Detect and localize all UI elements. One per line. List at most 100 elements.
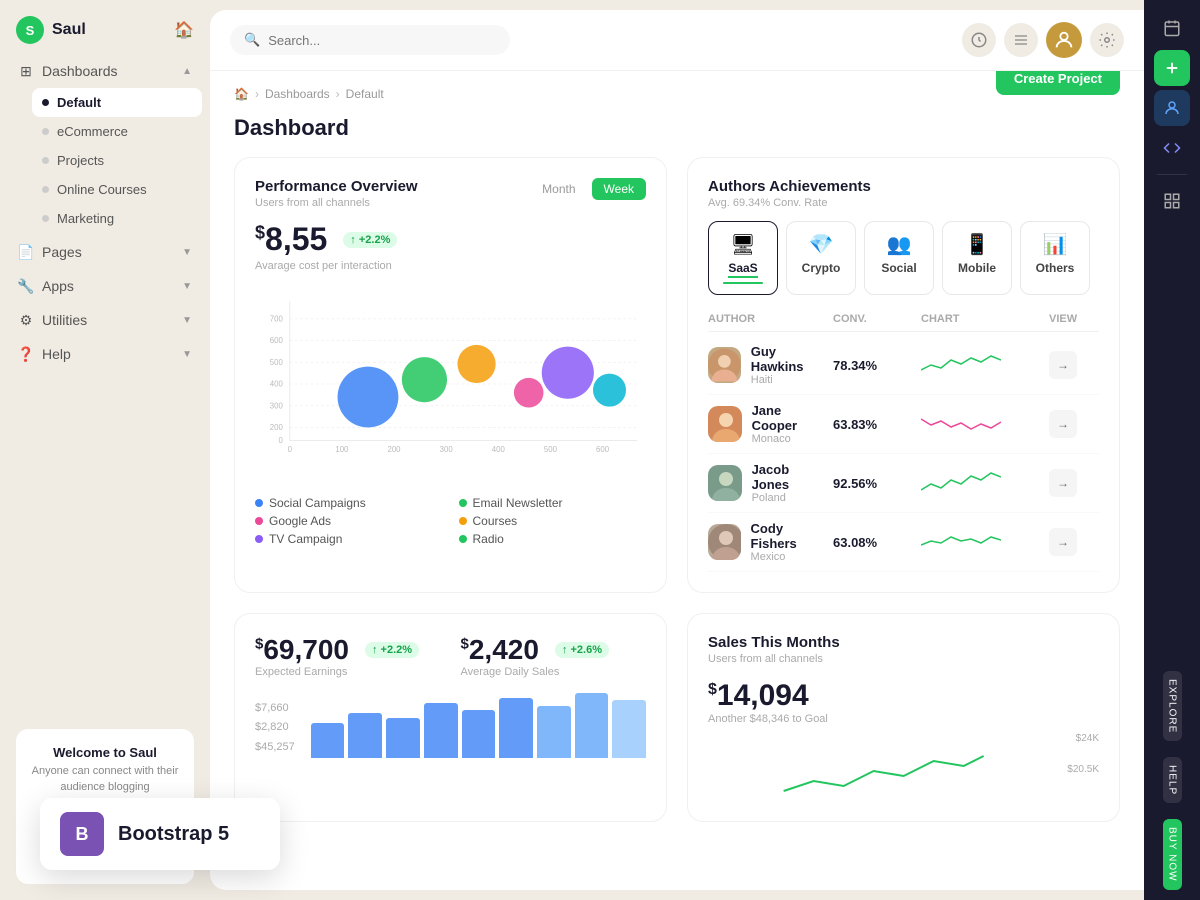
author-country-2: Monaco bbox=[752, 433, 825, 445]
svg-text:0: 0 bbox=[288, 445, 293, 454]
tab-week[interactable]: Week bbox=[592, 178, 646, 200]
rp-user-icon[interactable] bbox=[1154, 90, 1190, 126]
rp-explore-label[interactable]: Explore bbox=[1163, 671, 1182, 741]
bootstrap-text: Bootstrap 5 bbox=[118, 823, 229, 846]
authors-title: Authors Achievements bbox=[708, 178, 871, 195]
dashboard-grid: Performance Overview Users from all chan… bbox=[234, 157, 1120, 593]
legend-dot bbox=[459, 499, 467, 507]
author-avatar-2 bbox=[708, 406, 742, 442]
sparkline-1 bbox=[921, 350, 1041, 380]
legend-label: Google Ads bbox=[269, 514, 331, 528]
sidebar-item-help[interactable]: ❓ Help ▼ bbox=[8, 337, 202, 371]
svg-text:400: 400 bbox=[492, 445, 506, 454]
bar-label-3: $45,257 bbox=[255, 738, 295, 758]
author-row-1: Guy Hawkins Haiti 78.34% → bbox=[708, 336, 1099, 395]
breadcrumb-home-icon: 🏠 bbox=[234, 87, 249, 101]
svg-text:700: 700 bbox=[270, 314, 284, 323]
right-panel-separator bbox=[1157, 174, 1187, 175]
earnings-label: Expected Earnings bbox=[255, 666, 441, 678]
author-avatar-4 bbox=[708, 524, 741, 560]
sidebar-item-label: Apps bbox=[42, 278, 74, 294]
menu-icon[interactable] bbox=[1004, 23, 1038, 57]
col-conv: CONV. bbox=[833, 313, 913, 325]
utilities-icon: ⚙ bbox=[18, 312, 34, 328]
author-avatar-3 bbox=[708, 465, 742, 501]
daily-stat: $2,420 ↑ +2.6% Average Daily Sales bbox=[461, 634, 647, 678]
sidebar-item-ecommerce[interactable]: eCommerce bbox=[32, 117, 202, 146]
sidebar-item-label: Projects bbox=[57, 153, 104, 168]
daily-badge: ↑ +2.6% bbox=[555, 642, 609, 658]
search-icon: 🔍 bbox=[244, 32, 260, 48]
tab-others[interactable]: 📊 Others bbox=[1020, 221, 1090, 295]
legend-tv: TV Campaign bbox=[255, 532, 443, 546]
tab-saas[interactable]: 🖥 SaaS bbox=[708, 221, 778, 295]
main-content: 🔍 🏠 › Dashboards › Def bbox=[210, 10, 1144, 890]
social-icon: 👥 bbox=[887, 232, 912, 257]
rp-add-icon[interactable] bbox=[1154, 50, 1190, 86]
notification-icon[interactable] bbox=[962, 23, 996, 57]
view-button-3[interactable]: → bbox=[1049, 469, 1077, 497]
authors-card-header: Authors Achievements Avg. 69.34% Conv. R… bbox=[708, 178, 1099, 209]
view-button-4[interactable]: → bbox=[1049, 528, 1077, 556]
sidebar-item-online-courses[interactable]: Online Courses bbox=[32, 175, 202, 204]
rp-calendar-icon[interactable] bbox=[1154, 10, 1190, 46]
tab-saas-label: SaaS bbox=[728, 261, 757, 278]
sales-amount: $14,094 bbox=[708, 679, 809, 713]
earnings-stat: $69,700 ↑ +2.2% Expected Earnings bbox=[255, 634, 441, 678]
sidebar-item-marketing[interactable]: Marketing bbox=[32, 204, 202, 233]
search-input[interactable] bbox=[268, 33, 496, 48]
tab-crypto[interactable]: 💎 Crypto bbox=[786, 221, 856, 295]
sidebar-item-label: Pages bbox=[42, 244, 82, 260]
settings-icon[interactable] bbox=[1090, 23, 1124, 57]
legend-dot bbox=[459, 517, 467, 525]
sidebar-item-dashboards[interactable]: ⊞ Dashboards ▲ bbox=[8, 54, 202, 88]
performance-card-header: Performance Overview Users from all chan… bbox=[255, 178, 646, 209]
view-button-2[interactable]: → bbox=[1049, 410, 1077, 438]
legend-dot bbox=[459, 535, 467, 543]
author-name-4: Cody Fishers bbox=[751, 521, 825, 551]
rp-help-label[interactable]: Help bbox=[1163, 757, 1182, 803]
svg-text:0: 0 bbox=[278, 436, 283, 445]
legend-email: Email Newsletter bbox=[459, 496, 647, 510]
sidebar-item-pages[interactable]: 📄 Pages ▼ bbox=[8, 235, 202, 269]
daily-label: Average Daily Sales bbox=[461, 666, 647, 678]
active-line bbox=[723, 282, 763, 284]
chevron-down-icon: ▼ bbox=[182, 247, 192, 258]
tab-social[interactable]: 👥 Social bbox=[864, 221, 934, 295]
sales-card: Sales This Months Users from all channel… bbox=[687, 613, 1120, 822]
mini-bar bbox=[499, 698, 533, 758]
search-box[interactable]: 🔍 bbox=[230, 25, 510, 55]
sidebar-item-apps[interactable]: 🔧 Apps ▼ bbox=[8, 269, 202, 303]
author-row-2: Jane Cooper Monaco 63.83% → bbox=[708, 395, 1099, 454]
sidebar-nav: ⊞ Dashboards ▲ Default eCommerce bbox=[0, 54, 210, 713]
mini-bar bbox=[386, 718, 420, 758]
view-button-1[interactable]: → bbox=[1049, 351, 1077, 379]
breadcrumb-dashboards[interactable]: Dashboards bbox=[265, 87, 330, 101]
sidebar-item-projects[interactable]: Projects bbox=[32, 146, 202, 175]
rp-code-icon[interactable] bbox=[1154, 130, 1190, 166]
breadcrumb-default: Default bbox=[346, 87, 384, 101]
sparkline-4 bbox=[921, 527, 1041, 557]
rp-grid-icon[interactable] bbox=[1154, 183, 1190, 219]
authors-tabs: 🖥 SaaS 💎 Crypto 👥 Social bbox=[708, 221, 1099, 295]
chevron-down-icon: ▼ bbox=[182, 281, 192, 292]
page-title: Dashboard bbox=[234, 115, 1120, 141]
sidebar-item-default[interactable]: Default bbox=[32, 88, 202, 117]
authors-subtitle: Avg. 69.34% Conv. Rate bbox=[708, 197, 871, 209]
sparkline-3 bbox=[921, 468, 1041, 498]
author-avatar-1 bbox=[708, 347, 741, 383]
sidebar-item-utilities[interactable]: ⚙ Utilities ▼ bbox=[8, 303, 202, 337]
create-project-button[interactable]: Create Project bbox=[996, 71, 1120, 95]
col-view: VIEW bbox=[1049, 313, 1099, 325]
user-avatar[interactable] bbox=[1046, 22, 1082, 58]
sidebar-back-arrow[interactable]: 🏠 bbox=[174, 20, 194, 40]
tab-month[interactable]: Month bbox=[530, 178, 587, 200]
rp-buynow-label[interactable]: Buy now bbox=[1163, 819, 1182, 890]
nav-dot bbox=[42, 186, 49, 193]
performance-subtitle: Users from all channels bbox=[255, 197, 418, 209]
tab-mobile[interactable]: 📱 Mobile bbox=[942, 221, 1012, 295]
mini-bars bbox=[311, 698, 646, 758]
nav-dot bbox=[42, 128, 49, 135]
nav-dot bbox=[42, 215, 49, 222]
page-content: 🏠 › Dashboards › Default Create Project … bbox=[210, 71, 1144, 890]
